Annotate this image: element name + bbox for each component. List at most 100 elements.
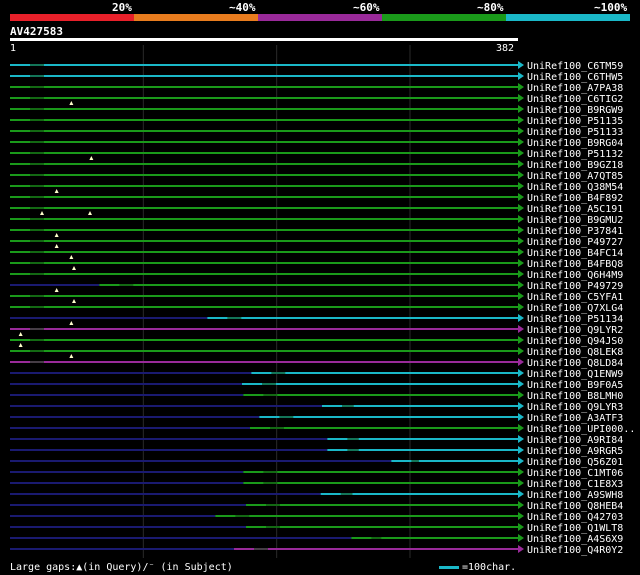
alignment-end-arrow: [518, 303, 524, 311]
alignment-end-arrow: [518, 193, 524, 201]
gap-marker: [54, 233, 59, 237]
hit-label: UniRef100_C5YFA1: [527, 292, 623, 303]
alignment-end-arrow: [518, 105, 524, 113]
alignment-end-arrow: [518, 182, 524, 190]
alignment-end-arrow: [518, 446, 524, 454]
hit-label: UniRef100_B9GMU2: [527, 215, 623, 226]
hit-label: UniRef100_Q9LYR3: [527, 402, 623, 413]
alignment-end-arrow: [518, 237, 524, 245]
hit-label: UniRef100_B4FC14: [527, 248, 623, 259]
hit-label: UniRef100_Q4R0Y2: [527, 545, 623, 556]
gap-marker: [88, 211, 92, 215]
hit-label: UniRef100_C6THW5: [527, 72, 623, 83]
hit-label: UniRef100_C6TM59: [527, 61, 623, 72]
hit-label: UniRef100_A9RI84: [527, 435, 623, 446]
gap-marker: [69, 255, 74, 259]
hit-label: UniRef100_Q1ENW9: [527, 369, 623, 380]
alignment-end-arrow: [518, 435, 524, 443]
alignment-end-arrow: [518, 545, 524, 553]
hit-label: UniRef100_Q8LEK8: [527, 347, 623, 358]
hit-label: UniRef100_B9F0A5: [527, 380, 623, 391]
alignment-end-arrow: [518, 380, 524, 388]
gap-marker: [40, 211, 44, 215]
hit-label: UniRef100_C1MT06: [527, 468, 623, 479]
hit-label: UniRef100_Q56Z01: [527, 457, 623, 468]
hit-label: UniRef100_Q42703: [527, 512, 623, 523]
alignment-end-arrow: [518, 534, 524, 542]
alignment-end-arrow: [518, 413, 524, 421]
hit-label: UniRef100_A7PA38: [527, 83, 623, 94]
alignment-end-arrow: [518, 314, 524, 322]
alignment-end-arrow: [518, 501, 524, 509]
hit-label: UniRef100_Q94JS0: [527, 336, 623, 347]
alignment-end-arrow: [518, 259, 524, 267]
alignment-end-arrow: [518, 424, 524, 432]
hit-label: UniRef100_P49729: [527, 281, 623, 292]
alignment-end-arrow: [518, 116, 524, 124]
alignment-end-arrow: [518, 490, 524, 498]
alignment-end-arrow: [518, 391, 524, 399]
alignment-end-arrow: [518, 270, 524, 278]
hit-label: UniRef100_A4S6X9: [527, 534, 623, 545]
hit-label: UniRef100_B9RGW9: [527, 105, 623, 116]
alignment-end-arrow: [518, 512, 524, 520]
hit-label: UniRef100_B9GZ18: [527, 160, 623, 171]
alignment-end-arrow: [518, 160, 524, 168]
hit-label: UniRef100_Q1WLT8: [527, 523, 623, 534]
alignment-end-arrow: [518, 358, 524, 366]
alignment-end-arrow: [518, 171, 524, 179]
alignment-end-arrow: [518, 336, 524, 344]
alignment-end-arrow: [518, 523, 524, 531]
alignment-end-arrow: [518, 215, 524, 223]
hit-label: UniRef100_A9RGR5: [527, 446, 623, 457]
scale-legend: =100char.: [462, 562, 517, 573]
alignment-end-arrow: [518, 127, 524, 135]
hit-label: UniRef100_A3ATF3: [527, 413, 623, 424]
hit-label: UniRef100_P51135: [527, 116, 623, 127]
alignment-end-arrow: [518, 138, 524, 146]
alignment-end-arrow: [518, 281, 524, 289]
alignment-end-arrow: [518, 457, 524, 465]
gap-marker: [89, 156, 94, 160]
alignment-end-arrow: [518, 479, 524, 487]
alignment-end-arrow: [518, 61, 524, 69]
gap-legend: Large gaps:▲(in Query)/⁻ (in Subject): [10, 562, 233, 573]
alignment-end-arrow: [518, 402, 524, 410]
gap-marker: [18, 332, 23, 336]
hit-label: UniRef100_B4F892: [527, 193, 623, 204]
gap-marker: [54, 244, 59, 248]
alignment-end-arrow: [518, 248, 524, 256]
gap-marker: [54, 288, 59, 292]
hit-label: UniRef100_C6TIG2: [527, 94, 623, 105]
hit-label: UniRef100_Q9LYR2: [527, 325, 623, 336]
hit-label: UniRef100_B8LMH0: [527, 391, 623, 402]
alignment-end-arrow: [518, 94, 524, 102]
hit-label: UniRef100_A9SWH8: [527, 490, 623, 501]
hit-label: UniRef100_Q38M54: [527, 182, 623, 193]
alignment-end-arrow: [518, 204, 524, 212]
hit-label: UniRef100_Q6H4M9: [527, 270, 623, 281]
alignment-end-arrow: [518, 72, 524, 80]
hit-label: UniRef100_A7QT85: [527, 171, 623, 182]
alignment-end-arrow: [518, 83, 524, 91]
hit-label: UniRef100_P51132: [527, 149, 623, 160]
hit-label: UniRef100_C1E8X3: [527, 479, 623, 490]
hit-label: UniRef100_UPI000..: [527, 424, 635, 435]
gap-marker: [18, 343, 23, 347]
gap-marker: [72, 266, 76, 270]
alignment-end-arrow: [518, 369, 524, 377]
hit-label: UniRef100_P51134: [527, 314, 623, 325]
gap-marker: [54, 189, 59, 193]
gap-marker: [69, 101, 74, 105]
gap-marker: [72, 299, 76, 303]
hit-label: UniRef100_Q7XLG4: [527, 303, 623, 314]
hit-label: UniRef100_P37841: [527, 226, 623, 237]
alignment-end-arrow: [518, 468, 524, 476]
alignment-end-arrow: [518, 292, 524, 300]
alignment-end-arrow: [518, 149, 524, 157]
blast-graphic-overview: 20% ~40% ~60% ~80% ~100% AV427583 1 382 …: [0, 0, 640, 575]
hit-label: UniRef100_A5C191: [527, 204, 623, 215]
gap-marker: [69, 354, 74, 358]
hit-label: UniRef100_P51133: [527, 127, 623, 138]
hit-label: UniRef100_Q8HEB4: [527, 501, 623, 512]
